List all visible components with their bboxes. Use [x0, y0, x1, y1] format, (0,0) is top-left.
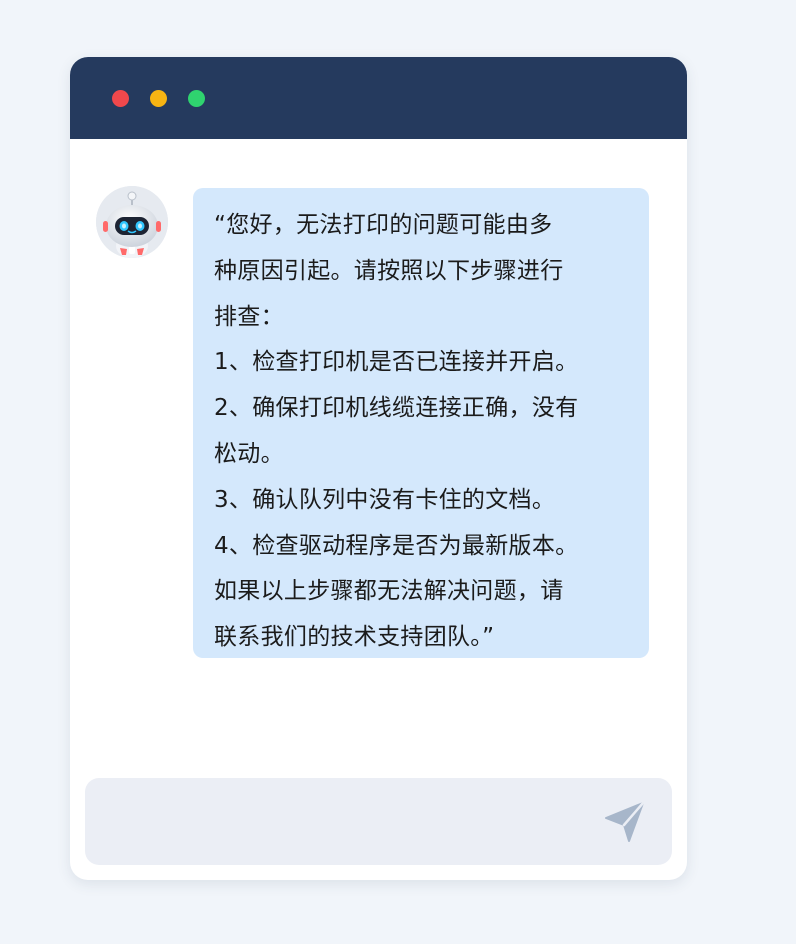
message-line: 联系我们的技术支持团队。” [214, 624, 495, 651]
message-line: “您好，无法打印的问题可能由多 [214, 212, 553, 238]
message-input[interactable] [85, 778, 672, 865]
minimize-window-button[interactable] [150, 90, 167, 107]
message-line: 4、检查驱动程序是否为最新版本。 [214, 532, 579, 559]
message-line: 种原因引起。请按照以下步骤进行 [214, 257, 564, 284]
send-button[interactable] [602, 799, 648, 845]
message-line: 排查： [214, 303, 284, 330]
message-line: 松动。 [214, 440, 284, 467]
message-line: 2、确保打印机线缆连接正确，没有 [214, 395, 579, 422]
chat-window: “您好，无法打印的问题可能由多 种原因引起。请按照以下步骤进行 排查： 1、检查… [70, 57, 687, 880]
message-line: 1、检查打印机是否已连接并开启。 [214, 349, 579, 376]
close-window-button[interactable] [112, 90, 129, 107]
send-icon [605, 801, 645, 842]
title-bar [70, 57, 687, 139]
maximize-window-button[interactable] [188, 90, 205, 107]
bot-message-bubble: “您好，无法打印的问题可能由多 种原因引起。请按照以下步骤进行 排查： 1、检查… [193, 188, 649, 658]
robot-avatar-icon [96, 186, 168, 258]
message-line: 如果以上步骤都无法解决问题，请 [214, 578, 564, 605]
message-line: 3、确认队列中没有卡住的文档。 [214, 486, 556, 513]
bot-avatar [96, 186, 168, 258]
